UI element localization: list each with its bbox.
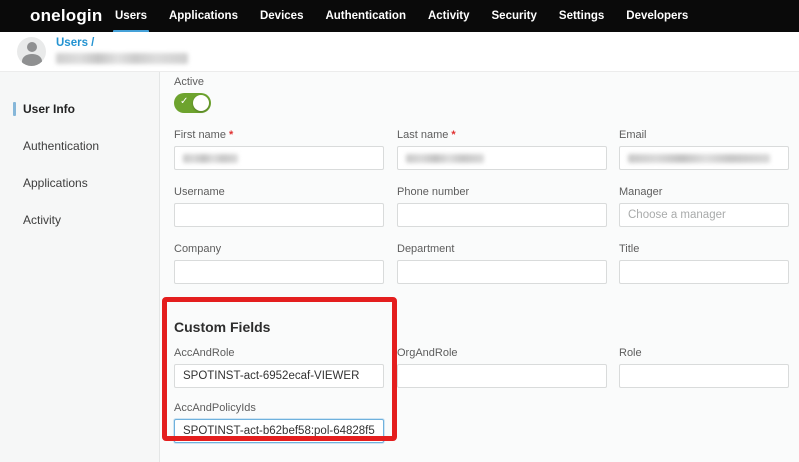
breadcrumb-users-link[interactable]: Users / bbox=[56, 37, 94, 49]
field-last-name: Last name* bbox=[397, 128, 607, 170]
redacted-value-blob bbox=[628, 154, 770, 163]
field-username: Username bbox=[174, 185, 384, 227]
role-label: Role bbox=[619, 346, 789, 360]
top-navbar: onelogin Users Applications Devices Auth… bbox=[0, 0, 799, 32]
title-label: Title bbox=[619, 242, 789, 256]
field-first-name: First name* bbox=[174, 128, 384, 170]
custom-fields-heading: Custom Fields bbox=[174, 319, 799, 336]
phone-number-input[interactable] bbox=[397, 203, 607, 227]
nav-item-authentication[interactable]: Authentication bbox=[314, 0, 417, 32]
primary-nav: Users Applications Devices Authenticatio… bbox=[104, 0, 699, 32]
nav-item-devices[interactable]: Devices bbox=[249, 0, 314, 32]
nav-item-activity[interactable]: Activity bbox=[417, 0, 481, 32]
field-department: Department bbox=[397, 242, 607, 284]
department-input[interactable] bbox=[397, 260, 607, 284]
field-company: Company bbox=[174, 242, 384, 284]
field-acc-and-policy-ids: AccAndPolicyIds bbox=[174, 401, 384, 443]
username-input[interactable] bbox=[174, 203, 384, 227]
nav-item-developers[interactable]: Developers bbox=[615, 0, 699, 32]
redacted-value-blob bbox=[183, 154, 238, 163]
org-and-role-label: OrgAndRole bbox=[397, 346, 607, 360]
sidebar-item-authentication[interactable]: Authentication bbox=[0, 131, 159, 161]
nav-item-users[interactable]: Users bbox=[104, 0, 158, 32]
sidebar-item-user-info[interactable]: User Info bbox=[0, 94, 159, 124]
required-asterisk: * bbox=[451, 129, 455, 141]
toggle-knob bbox=[193, 95, 209, 111]
org-and-role-input[interactable] bbox=[397, 364, 607, 388]
sidebar: User Info Authentication Applications Ac… bbox=[0, 72, 160, 462]
onelogin-admin-screen: onelogin Users Applications Devices Auth… bbox=[0, 0, 799, 462]
acc-and-role-label: AccAndRole bbox=[174, 346, 384, 360]
nav-item-security[interactable]: Security bbox=[481, 0, 548, 32]
manager-input[interactable] bbox=[619, 203, 789, 227]
redacted-value-blob bbox=[406, 154, 484, 163]
page-header: Users / bbox=[0, 32, 799, 72]
active-toggle-label: Active bbox=[174, 76, 799, 88]
acc-and-policy-ids-input[interactable] bbox=[174, 419, 384, 443]
field-acc-and-role: AccAndRole bbox=[174, 346, 384, 388]
field-title: Title bbox=[619, 242, 789, 284]
active-toggle[interactable]: ✓ bbox=[174, 93, 211, 113]
phone-number-label: Phone number bbox=[397, 185, 607, 199]
user-info-form: Active ✓ First name* Last name* Email bbox=[160, 72, 799, 462]
field-phone-number: Phone number bbox=[397, 185, 607, 227]
title-input[interactable] bbox=[619, 260, 789, 284]
email-label: Email bbox=[619, 128, 789, 142]
last-name-label: Last name bbox=[397, 129, 448, 141]
department-label: Department bbox=[397, 242, 607, 256]
field-manager: Manager bbox=[619, 185, 789, 227]
onelogin-logo: onelogin bbox=[30, 6, 104, 26]
first-name-label: First name bbox=[174, 129, 226, 141]
check-icon: ✓ bbox=[180, 96, 188, 107]
last-name-input[interactable] bbox=[397, 146, 607, 170]
content-area: User Info Authentication Applications Ac… bbox=[0, 72, 799, 462]
role-input[interactable] bbox=[619, 364, 789, 388]
sidebar-item-activity[interactable]: Activity bbox=[0, 205, 159, 235]
email-input[interactable] bbox=[619, 146, 789, 170]
field-email: Email bbox=[619, 128, 789, 170]
nav-item-applications[interactable]: Applications bbox=[158, 0, 249, 32]
sidebar-item-applications[interactable]: Applications bbox=[0, 168, 159, 198]
field-role: Role bbox=[619, 346, 789, 388]
user-avatar-icon bbox=[17, 37, 46, 66]
first-name-input[interactable] bbox=[174, 146, 384, 170]
manager-label: Manager bbox=[619, 185, 789, 199]
nav-item-settings[interactable]: Settings bbox=[548, 0, 615, 32]
acc-and-policy-ids-label: AccAndPolicyIds bbox=[174, 401, 384, 415]
breadcrumb-username-redacted bbox=[56, 53, 188, 64]
company-input[interactable] bbox=[174, 260, 384, 284]
field-org-and-role: OrgAndRole bbox=[397, 346, 607, 388]
required-asterisk: * bbox=[229, 129, 233, 141]
username-label: Username bbox=[174, 185, 384, 199]
company-label: Company bbox=[174, 242, 384, 256]
acc-and-role-input[interactable] bbox=[174, 364, 384, 388]
